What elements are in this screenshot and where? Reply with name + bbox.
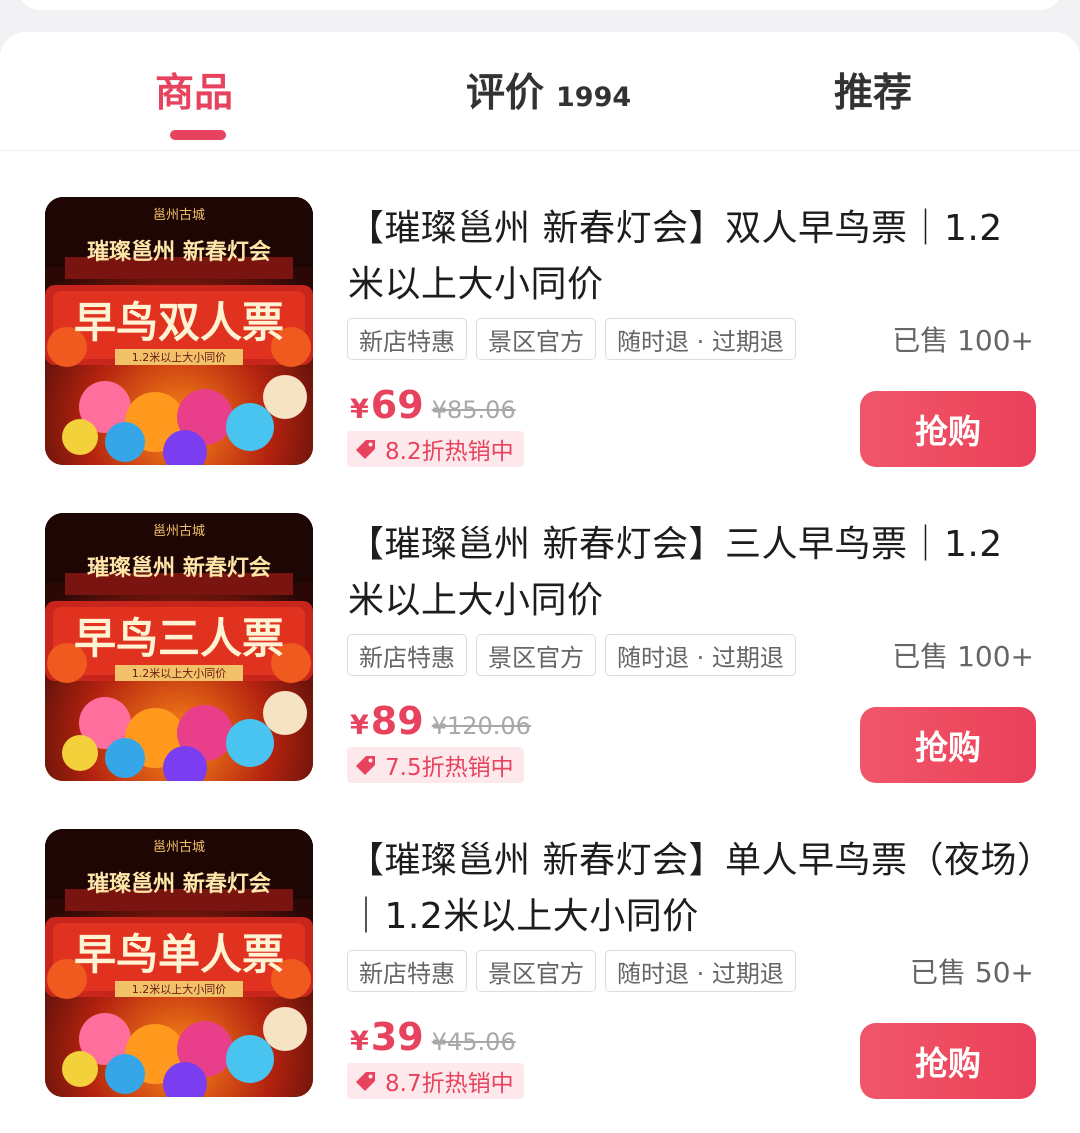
tag-new-store: 新店特惠 — [347, 634, 467, 676]
sold-count: 已售 100+ — [892, 324, 1034, 357]
poster-headline: 璀璨邕州 新春灯会 — [87, 239, 271, 265]
product-tags: 新店特惠 景区官方 随时退 · 过期退 — [347, 950, 805, 992]
discount-text: 8.7折热销中 — [385, 1071, 514, 1097]
tag-official: 景区官方 — [476, 634, 596, 676]
product-title[interactable]: 【璀璨邕州 新春灯会】单人早鸟票（夜场）｜1.2米以上大小同价 — [348, 833, 1038, 945]
tag-refund: 随时退 · 过期退 — [605, 634, 796, 676]
product-card[interactable]: 邕州古城 璀璨邕州 新春灯会 早鸟单人票 1.2米以上大小同价 【璀璨邕州 新春… — [0, 829, 1080, 1101]
buy-button[interactable]: 抢购 — [860, 1023, 1036, 1099]
product-title[interactable]: 【璀璨邕州 新春灯会】三人早鸟票｜1.2米以上大小同价 — [348, 517, 1038, 629]
tag-official: 景区官方 — [476, 950, 596, 992]
tab-reviews[interactable]: 评价 1994 — [466, 62, 631, 122]
poster-logo: 邕州古城 — [153, 524, 205, 539]
original-price: ¥85.06 — [431, 396, 516, 424]
currency-symbol: ¥ — [350, 1026, 369, 1057]
discount-badge: 8.7折热销中 — [347, 1063, 524, 1099]
tab-bar: 商品 评价 1994 推荐 — [0, 32, 1080, 150]
poster-subline: 1.2米以上大小同价 — [132, 350, 227, 364]
product-image[interactable]: 邕州古城 璀璨邕州 新春灯会 早鸟三人票 1.2米以上大小同价 — [45, 513, 313, 781]
product-list-card: 商品 评价 1994 推荐 邕州古城 璀璨邕州 新春灯会 早鸟双人票 1.2米以… — [0, 32, 1080, 1133]
discount-badge: 8.2折热销中 — [347, 431, 524, 467]
original-price: ¥45.06 — [431, 1028, 516, 1056]
tag-new-store: 新店特惠 — [347, 950, 467, 992]
poster-graphic: 邕州古城 璀璨邕州 新春灯会 早鸟双人票 1.2米以上大小同价 — [45, 197, 313, 465]
buy-button[interactable]: 抢购 — [860, 391, 1036, 467]
tab-reviews-count: 1994 — [556, 82, 632, 113]
tab-products-label: 商品 — [155, 71, 234, 116]
sold-count: 已售 50+ — [910, 956, 1034, 989]
price-tag-icon — [356, 756, 375, 775]
discount-text: 7.5折热销中 — [385, 755, 514, 781]
poster-headline: 璀璨邕州 新春灯会 — [87, 871, 271, 897]
price-row: ¥ 39 ¥45.06 — [350, 1015, 516, 1059]
tag-new-store: 新店特惠 — [347, 318, 467, 360]
product-title[interactable]: 【璀璨邕州 新春灯会】双人早鸟票｜1.2米以上大小同价 — [348, 201, 1038, 313]
sold-count: 已售 100+ — [892, 640, 1034, 673]
poster-subline: 1.2米以上大小同价 — [132, 666, 227, 680]
price-row: ¥ 69 ¥85.06 — [350, 383, 516, 427]
tag-official: 景区官方 — [476, 318, 596, 360]
tag-refund: 随时退 · 过期退 — [605, 950, 796, 992]
poster-banner: 早鸟单人票 — [74, 930, 284, 979]
poster-headline: 璀璨邕州 新春灯会 — [87, 555, 271, 581]
tag-refund: 随时退 · 过期退 — [605, 318, 796, 360]
discount-text: 8.2折热销中 — [385, 439, 514, 465]
tab-reviews-label: 评价 — [466, 71, 545, 116]
product-tags: 新店特惠 景区官方 随时退 · 过期退 — [347, 318, 805, 360]
product-card[interactable]: 邕州古城 璀璨邕州 新春灯会 早鸟双人票 1.2米以上大小同价 【璀璨邕州 新春… — [0, 197, 1080, 469]
poster-subline: 1.2米以上大小同价 — [132, 982, 227, 996]
poster-graphic: 邕州古城 璀璨邕州 新春灯会 早鸟单人票 1.2米以上大小同价 — [45, 829, 313, 1097]
original-price: ¥120.06 — [431, 712, 531, 740]
price-row: ¥ 89 ¥120.06 — [350, 699, 531, 743]
poster-graphic: 邕州古城 璀璨邕州 新春灯会 早鸟三人票 1.2米以上大小同价 — [45, 513, 313, 781]
product-image[interactable]: 邕州古城 璀璨邕州 新春灯会 早鸟双人票 1.2米以上大小同价 — [45, 197, 313, 465]
poster-logo: 邕州古城 — [153, 840, 205, 855]
current-price: 69 — [370, 383, 424, 427]
previous-section-card — [18, 0, 1062, 10]
currency-symbol: ¥ — [350, 394, 369, 425]
current-price: 89 — [370, 699, 424, 743]
active-tab-indicator — [170, 130, 226, 140]
poster-banner: 早鸟三人票 — [74, 614, 284, 663]
product-card[interactable]: 邕州古城 璀璨邕州 新春灯会 早鸟三人票 1.2米以上大小同价 【璀璨邕州 新春… — [0, 513, 1080, 785]
tab-recommend-label: 推荐 — [834, 71, 913, 116]
poster-logo: 邕州古城 — [153, 208, 205, 223]
price-tag-icon — [356, 440, 375, 459]
buy-button[interactable]: 抢购 — [860, 707, 1036, 783]
tab-recommend[interactable]: 推荐 — [834, 62, 912, 122]
currency-symbol: ¥ — [350, 710, 369, 741]
price-tag-icon — [356, 1072, 375, 1091]
poster-banner: 早鸟双人票 — [74, 298, 284, 347]
product-tags: 新店特惠 景区官方 随时退 · 过期退 — [347, 634, 805, 676]
product-image[interactable]: 邕州古城 璀璨邕州 新春灯会 早鸟单人票 1.2米以上大小同价 — [45, 829, 313, 1097]
tab-products[interactable]: 商品 — [155, 62, 233, 122]
tab-divider — [0, 150, 1080, 151]
current-price: 39 — [370, 1015, 424, 1059]
discount-badge: 7.5折热销中 — [347, 747, 524, 783]
